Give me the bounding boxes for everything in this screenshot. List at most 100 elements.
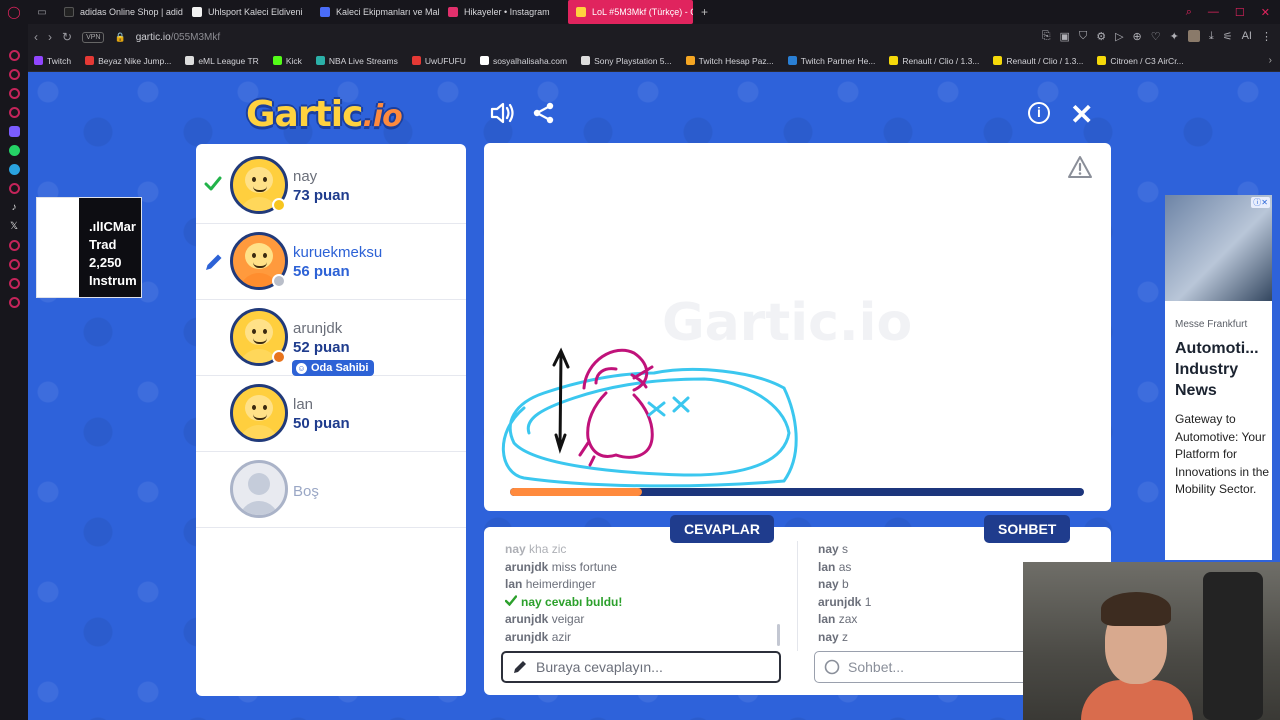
browser-tab[interactable]: Hikayeler • Instagram [440,0,568,24]
share-icon[interactable] [533,102,555,130]
player-name: Boş [293,483,319,500]
browser-tab[interactable]: Uhlsport Kaleci Eldiveni [184,0,312,24]
browser-tab[interactable]: Kaleci Ekipmanları ve Mal [312,0,440,24]
flow-icon[interactable] [8,50,20,61]
menu-icon[interactable]: ⋮ [1261,30,1272,43]
lock-icon[interactable]: 🔒 [114,32,125,43]
message-text: veigar [551,612,585,626]
answer-input[interactable]: Buraya cevaplayın... [501,651,781,683]
sound-icon[interactable] [490,102,516,130]
chat-heading: SOHBET [984,515,1071,543]
pin-icon[interactable]: ⊕ [1133,30,1142,43]
answer-input-placeholder: Buraya cevaplayın... [536,659,663,675]
player-name: nay [293,168,318,185]
message-user: nay [505,542,526,556]
bookmark-item[interactable]: eML League TR [185,56,259,66]
whatsapp-icon[interactable] [8,145,20,156]
info-icon[interactable]: i [1028,102,1050,124]
bookmark-item[interactable]: Kick [272,56,302,66]
window-controls: ⌕ — ☐ ✕ [1176,0,1280,25]
message-row: lan heimerdinger [505,576,775,594]
close-window-icon[interactable]: ✕ [1261,6,1270,19]
player-row[interactable]: nay 73 puan [196,148,466,224]
bookmark-item[interactable]: Citroen / C3 AirCr... [1097,56,1184,66]
telegram-icon[interactable] [8,164,20,175]
easy-setup-icon[interactable]: ⚟ [1223,30,1233,43]
download-icon[interactable]: ⤓ [1209,30,1214,43]
bookmark-page-icon[interactable]: ⎘ [1042,30,1051,43]
snapshot-icon[interactable]: ▣ [1060,30,1070,43]
message-row: nay b [818,576,1038,594]
minimize-icon[interactable]: — [1208,6,1219,19]
tab-favicon [576,7,586,17]
ai-button[interactable]: AI [1242,30,1252,43]
new-tab-icon[interactable]: + [693,5,716,19]
player-row[interactable]: lan 50 puan [196,376,466,452]
vpn-badge[interactable]: VPN [82,31,105,43]
bookmark-item[interactable]: Sony Playstation 5... [581,56,672,66]
twitch-icon[interactable] [8,126,20,137]
tab-title: LoL #5M3Mkf (Türkçe) - G [592,7,693,17]
browser-logo-icon[interactable]: ◯ [0,5,28,19]
ad-right[interactable]: ⓘ✕ Messe Frankfurt Automoti... Industry … [1165,195,1272,560]
bookmark-favicon [411,56,421,65]
extensions-icon[interactable]: ✦ [1170,30,1179,43]
message-row: arunjdk miss fortune [505,559,775,577]
bookmark-item[interactable]: Renault / Clio / 1.3... [993,56,1083,66]
bookmark-item[interactable]: UwUFUFU [411,56,466,66]
drawing-canvas[interactable]: Gartic.io [484,143,1111,511]
player-row[interactable]: kuruekmeksu 56 puan [196,224,466,300]
bookmark-label: Beyaz Nike Jump... [98,55,172,66]
browser-tab[interactable]: adidas Online Shop | adid [56,0,184,24]
bookmark-item[interactable]: Beyaz Nike Jump... [85,56,171,66]
maximize-icon[interactable]: ☐ [1235,6,1245,19]
stroke-blue-marks [647,396,690,417]
forward-icon[interactable]: › [48,30,52,44]
player-icon[interactable]: ▷ [1115,30,1123,43]
player-row[interactable]: arunjdk 52 puan ☺ Oda Sahibi [196,300,466,376]
ad-left[interactable]: ⓘ✕ .ılICMar Trad 2,250 Instrum [36,197,142,298]
history-icon[interactable] [8,259,20,270]
url-field[interactable]: gartic.io/055M3Mkf [136,32,220,43]
tab-favicon [448,7,458,17]
bookmark-item[interactable]: NBA Live Streams [315,56,398,66]
reload-icon[interactable]: ↻ [62,30,72,44]
bookmark-label: Twitch Partner He... [800,55,876,66]
player-slot-empty[interactable]: Boş [196,452,466,528]
bookmark-item[interactable]: sosyalhalisaha.com [479,56,567,66]
extensions-sidebar-icon[interactable] [8,278,20,289]
tab-favicon [192,7,202,17]
heart-icon[interactable]: ♡ [1151,30,1161,43]
instagram-icon[interactable] [8,183,20,194]
shield-icon[interactable]: ⛉ [1079,30,1087,43]
profile-avatar[interactable] [1187,30,1200,42]
ad-choices-icon[interactable]: ⓘ✕ [1251,197,1270,208]
close-icon[interactable]: ✕ [1070,98,1093,131]
bookmark-item[interactable]: Twitch Hesap Paz... [685,56,774,66]
music-icon[interactable] [8,107,20,118]
more-bookmarks-icon[interactable]: › [1269,55,1272,66]
player-sidebar-icon[interactable] [8,240,20,251]
browser-tab-active[interactable]: LoL #5M3Mkf (Türkçe) - G ✕ [568,0,693,24]
player-status-dot [272,350,286,364]
back-icon[interactable]: ‹ [34,30,38,44]
bookmark-item[interactable]: Twitch Partner He... [787,55,876,66]
search-tabs-icon[interactable]: ⌕ [1186,6,1192,19]
chat-input[interactable]: Sohbet... [814,651,1034,683]
settings-sidebar-icon[interactable] [8,297,20,308]
settings-icon[interactable]: ⚙ [1096,30,1106,43]
x-icon[interactable]: 𝕏 [10,221,18,232]
bookmark-item[interactable]: Twitch [34,56,71,66]
player-avatar [230,460,288,518]
owner-icon: ☺ [296,362,307,374]
tiktok-icon[interactable]: ♪ [12,202,17,213]
workspaces-icon[interactable]: ▭ [28,7,56,18]
bookmark-favicon [85,56,95,65]
ad-left-text: .ılICMar Trad 2,250 Instrum [79,198,141,297]
messenger-icon[interactable] [8,69,20,80]
panel-divider [797,541,798,651]
bookmark-item[interactable]: Renault / Clio / 1.3... [889,56,979,66]
browser-sidebar: ♪ 𝕏 [0,24,28,720]
answers-scrollbar[interactable] [777,624,780,646]
aria-icon[interactable] [8,88,20,99]
